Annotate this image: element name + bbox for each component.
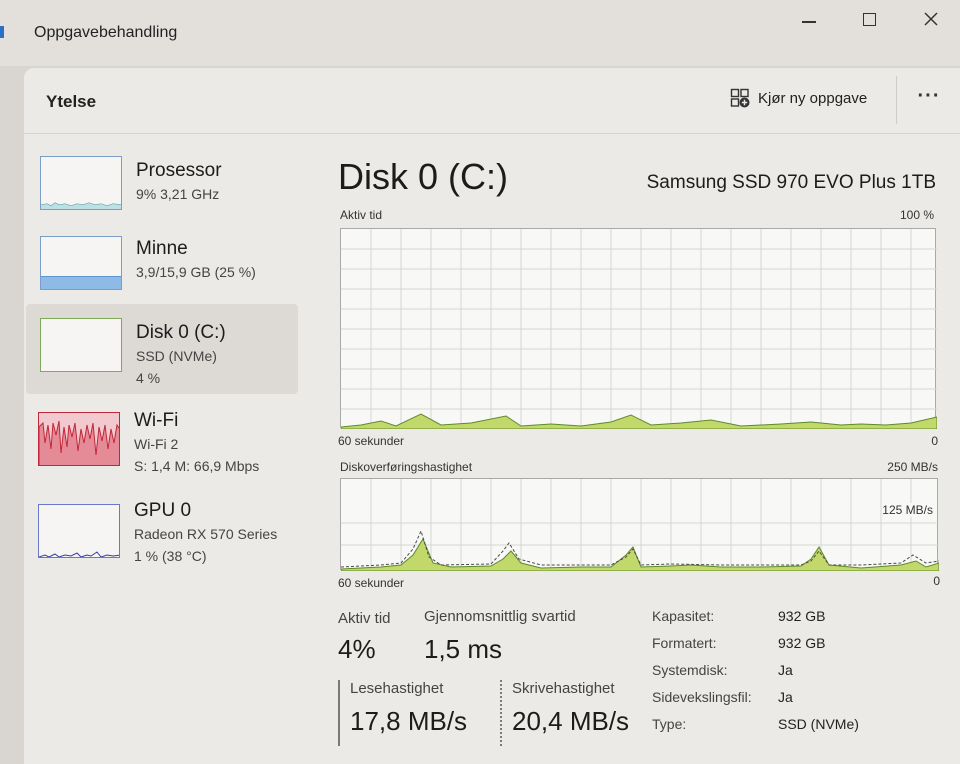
more-options-button[interactable]: ··· [914,86,944,112]
capacity-value: 932 GB [778,608,826,624]
page-file-key: Sidevekslingsfil: [652,689,752,705]
active-time-stat-value: 4% [338,634,376,664]
run-task-label: Kjør ny oppgave [758,89,868,107]
sidebar-item-wifi[interactable]: Wi-Fi Wi-Fi 2 S: 1,4 M: 66,9 Mbps [26,398,298,488]
write-speed-group: Skrivehastighet 20,4 MB/s [500,680,650,746]
cpu-thumbnail [40,156,122,210]
active-time-zero-label: 0 [931,434,938,448]
type-value: SSD (NVMe) [778,716,859,732]
gpu-thumbnail [38,504,120,558]
disk-thumbnail [40,318,122,372]
sidebar-item-detail: 9% 3,21 GHz [136,186,220,202]
transfer-rate-chart-label: Diskoverføringshastighet [340,460,473,474]
page-header: Ytelse Kjør ny oppgave ··· [24,68,960,134]
page-title: Ytelse [46,92,97,111]
close-icon [924,12,938,26]
maximize-icon [862,12,876,26]
maximize-button[interactable] [852,6,886,32]
minimize-button[interactable] [792,6,826,32]
sidebar-item-detail: 3,9/15,9 GB (25 %) [136,264,256,280]
sidebar: Prosessor 9% 3,21 GHz Minne 3,9/15,9 GB … [24,134,304,764]
transfer-rate-max-label: 250 MB/s [887,460,938,474]
system-disk-key: Systemdisk: [652,662,728,678]
active-time-chart [340,228,937,429]
title-bar: Oppgavebehandling [0,0,960,66]
active-time-duration-label: 60 sekunder [338,434,405,448]
memory-usage-fill [41,276,121,289]
sidebar-item-disk[interactable]: Disk 0 (C:) SSD (NVMe) 4 % [26,304,298,394]
sidebar-item-name: Minne [136,238,188,259]
transfer-rate-mid-label: 125 MB/s [882,503,933,517]
response-time-stat-value: 1,5 ms [424,634,503,664]
transfer-rate-graph [341,479,939,571]
sidebar-item-usage: 4 % [136,370,161,386]
disk-detail-view: Disk 0 (C:) Samsung SSD 970 EVO Plus 1TB… [334,134,944,764]
minimize-icon [802,21,816,23]
wifi-thumbnail-graph [39,420,119,465]
system-disk-value: Ja [778,662,793,678]
run-task-icon [730,88,750,108]
window-title: Oppgavebehandling [34,24,178,41]
response-time-stat-label: Gjennomsnittlig svartid [424,608,576,625]
memory-thumbnail [40,236,122,290]
formatted-value: 932 GB [778,635,826,651]
wifi-thumbnail [38,412,120,466]
read-speed-value: 17,8 MB/s [350,706,468,736]
sidebar-item-throughput: S: 1,4 M: 66,9 Mbps [134,458,260,474]
active-time-max-label: 100 % [899,208,934,222]
transfer-rate-chart: 125 MB/s [340,478,939,571]
transfer-rate-zero-label: 0 [933,574,940,588]
app-icon [0,26,4,38]
write-speed-value: 20,4 MB/s [512,706,630,736]
cpu-thumbnail-graph [41,202,121,209]
sidebar-item-detail: Radeon RX 570 Series [134,526,278,542]
sidebar-item-gpu[interactable]: GPU 0 Radeon RX 570 Series 1 % (38 °C) [26,490,298,580]
gpu-thumbnail-graph [39,551,119,557]
read-speed-group: Lesehastighet 17,8 MB/s [338,680,490,746]
close-button[interactable] [914,6,948,32]
sidebar-item-name: GPU 0 [134,500,192,521]
formatted-key: Formatert: [652,635,717,651]
run-new-task-button[interactable]: Kjør ny oppgave [730,88,867,108]
sidebar-item-temperature: 1 % (38 °C) [134,548,207,564]
sidebar-item-prosessor[interactable]: Prosessor 9% 3,21 GHz [26,138,298,228]
capacity-key: Kapasitet: [652,608,715,624]
sidebar-item-name: Wi-Fi [134,410,179,431]
content-panel: Ytelse Kjør ny oppgave ··· Prosessor 9% … [24,68,960,764]
sidebar-item-detail: SSD (NVMe) [136,348,217,364]
sidebar-item-minne[interactable]: Minne 3,9/15,9 GB (25 %) [26,218,298,308]
write-speed-label: Skrivehastighet [512,680,615,697]
page-file-value: Ja [778,689,793,705]
active-time-chart-label: Aktiv tid [340,208,383,222]
sidebar-item-name: Prosessor [136,160,222,181]
sidebar-item-name: Disk 0 (C:) [136,322,226,343]
sidebar-item-detail: Wi-Fi 2 [134,436,179,452]
disk-thumbnail-graph [41,319,122,372]
disk-title: Disk 0 (C:) [338,156,508,197]
transfer-rate-duration-label: 60 sekunder [338,576,405,590]
active-time-stat-label: Aktiv tid [338,610,391,627]
disk-model: Samsung SSD 970 EVO Plus 1TB [646,172,936,193]
type-key: Type: [652,716,687,732]
read-speed-label: Lesehastighet [350,680,444,697]
active-time-graph [341,229,937,429]
header-divider [896,76,897,124]
